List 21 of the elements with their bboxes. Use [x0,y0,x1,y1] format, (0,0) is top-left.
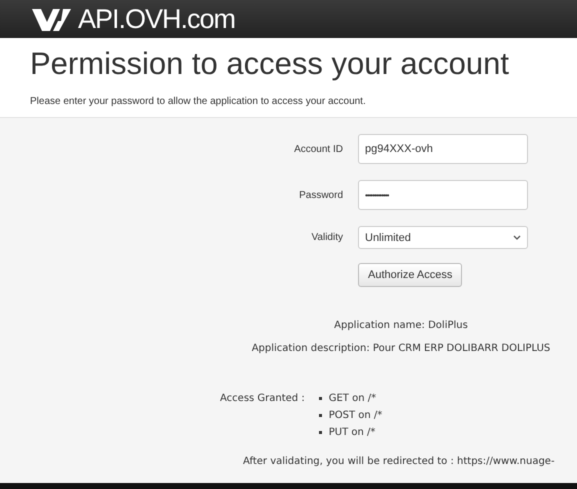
bullet-icon [318,431,322,434]
redirect-text: After validating, you will be redirected to : https://www.nuage- [243,456,556,467]
field-label: Account ID [294,144,343,154]
input-field[interactable]: pg94XXX-ovh [358,134,528,164]
instruction-text: Please enter your password to allow the application to access your account. [30,96,367,107]
access-item: GET on /* [328,393,376,404]
application-description: Application description: Pour CRM ERP DOLIBARR DOLIPLUS [250,343,552,355]
validity-select[interactable]: Unlimited [358,226,528,249]
authorize-button[interactable]: Authorize Access [358,263,462,287]
logo-text: API.OVH.com [78,4,236,34]
access-item: POST on /* [328,410,382,421]
bullet-icon [318,397,322,400]
access-item: PUT on /* [328,427,376,438]
bullet-icon [318,414,322,417]
field-label: Password [299,190,343,200]
password-field[interactable]: ••••••••••••• [358,180,528,210]
application-name: Application name: DoliPlus [333,320,469,332]
caret-icon [513,235,521,240]
field-label: Validity [312,232,343,243]
page-title: Permission to access your account [30,45,510,83]
access-label: Access Granted : [220,393,305,406]
